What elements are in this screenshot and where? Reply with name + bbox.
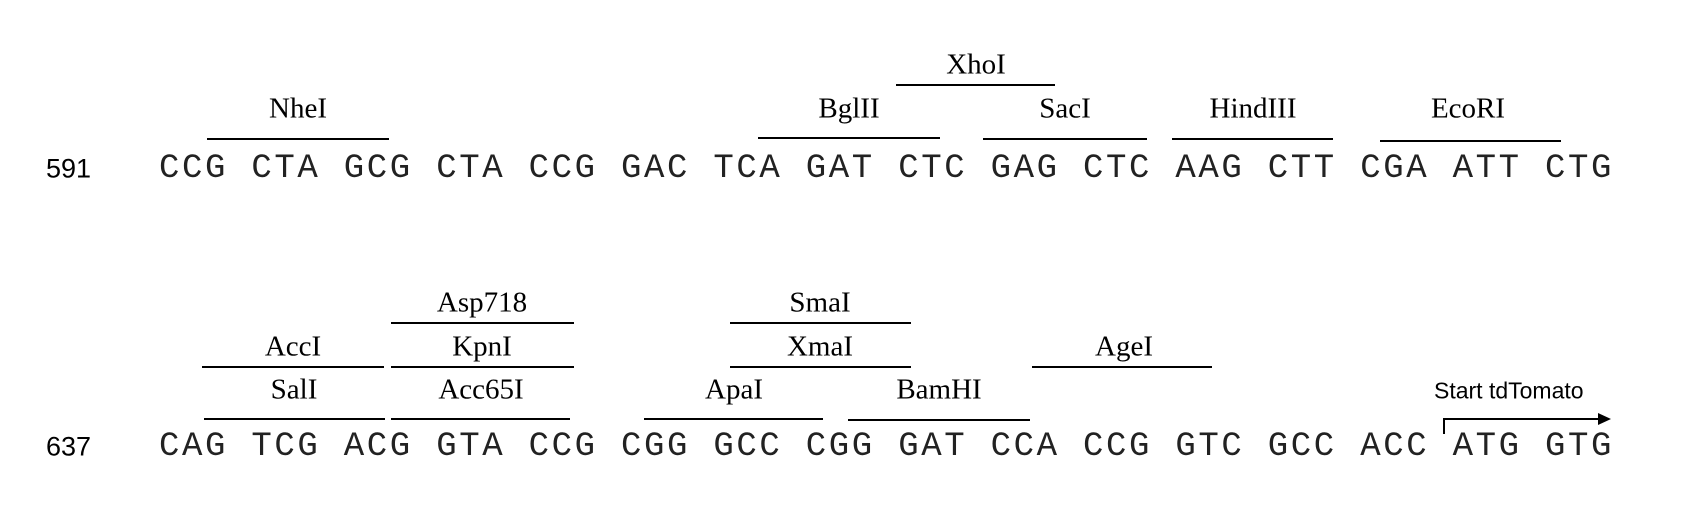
codon: GCC: [1267, 428, 1337, 466]
site-label-agei: AgeI: [1095, 330, 1153, 363]
site-bar-hindiii: [1172, 138, 1333, 140]
site-label-asp718: Asp718: [436, 286, 528, 319]
site-label-smai: SmaI: [789, 286, 851, 319]
codon: CTA: [436, 150, 506, 188]
sequence-position-591: 591: [46, 153, 92, 184]
site-bar-acci: [202, 366, 384, 368]
site-bar-nhei: [207, 138, 389, 140]
codon: CCG: [1083, 428, 1153, 466]
site-bar-kpni: [391, 366, 574, 368]
site-label-saci: SacI: [1039, 92, 1091, 125]
codon: ACC: [1360, 428, 1430, 466]
codon: CGG: [621, 428, 691, 466]
codon: CCG: [528, 150, 598, 188]
codon: GAC: [621, 150, 691, 188]
codon: GTA: [436, 428, 506, 466]
codon: CTC: [898, 150, 968, 188]
site-bar-sali: [204, 418, 385, 420]
codon: CTT: [1267, 150, 1337, 188]
codon: CTC: [1083, 150, 1153, 188]
site-bar-agei: [1032, 366, 1212, 368]
sequence-position-637: 637: [46, 431, 92, 462]
site-bar-asp718: [391, 322, 574, 324]
codon: CTA: [251, 150, 321, 188]
codon: GTC: [1175, 428, 1245, 466]
site-bar-ecori: [1380, 140, 1561, 142]
codon: CCA: [990, 428, 1060, 466]
codon: GCG: [343, 150, 413, 188]
site-label-nhei: NheI: [269, 92, 327, 125]
site-label-acc65i: Acc65I: [438, 373, 524, 406]
codon: CTG: [1545, 150, 1615, 188]
codon: GCC: [713, 428, 783, 466]
site-label-xhoi: XhoI: [946, 48, 1006, 81]
site-bar-xhoi: [896, 84, 1055, 86]
site-bar-bamhi: [848, 419, 1030, 421]
site-label-bamhi: BamHI: [896, 373, 982, 406]
codon: CCG: [528, 428, 598, 466]
codon: ATT: [1452, 150, 1522, 188]
site-bar-bglii: [758, 137, 940, 139]
site-bar-smai: [730, 322, 911, 324]
site-label-apai: ApaI: [705, 373, 763, 406]
codon: CGG: [805, 428, 875, 466]
site-label-kpni: KpnI: [452, 330, 512, 363]
site-bar-apai: [644, 418, 823, 420]
site-label-bglii: BglII: [818, 92, 880, 125]
site-label-hindiii: HindIII: [1209, 92, 1297, 125]
right-arrow-icon: [1443, 413, 1611, 434]
site-label-acci: AccI: [264, 330, 322, 363]
codon: AAG: [1175, 150, 1245, 188]
site-bar-acc65i: [391, 418, 570, 420]
site-label-sali: SalI: [270, 373, 318, 406]
codon: TCA: [713, 150, 783, 188]
codon: GAT: [898, 428, 968, 466]
start-tdtomato-label: Start tdTomato: [1434, 377, 1584, 404]
codon: TCG: [251, 428, 321, 466]
codon: CCG: [159, 150, 229, 188]
codon: CGA: [1360, 150, 1430, 188]
site-bar-xmai: [730, 366, 911, 368]
site-label-xmai: XmaI: [786, 330, 854, 363]
codon: ACG: [343, 428, 413, 466]
site-bar-saci: [983, 138, 1147, 140]
codon: CAG: [159, 428, 229, 466]
codon: GAG: [990, 150, 1060, 188]
codon: GAT: [805, 150, 875, 188]
site-label-ecori: EcoRI: [1430, 92, 1506, 125]
